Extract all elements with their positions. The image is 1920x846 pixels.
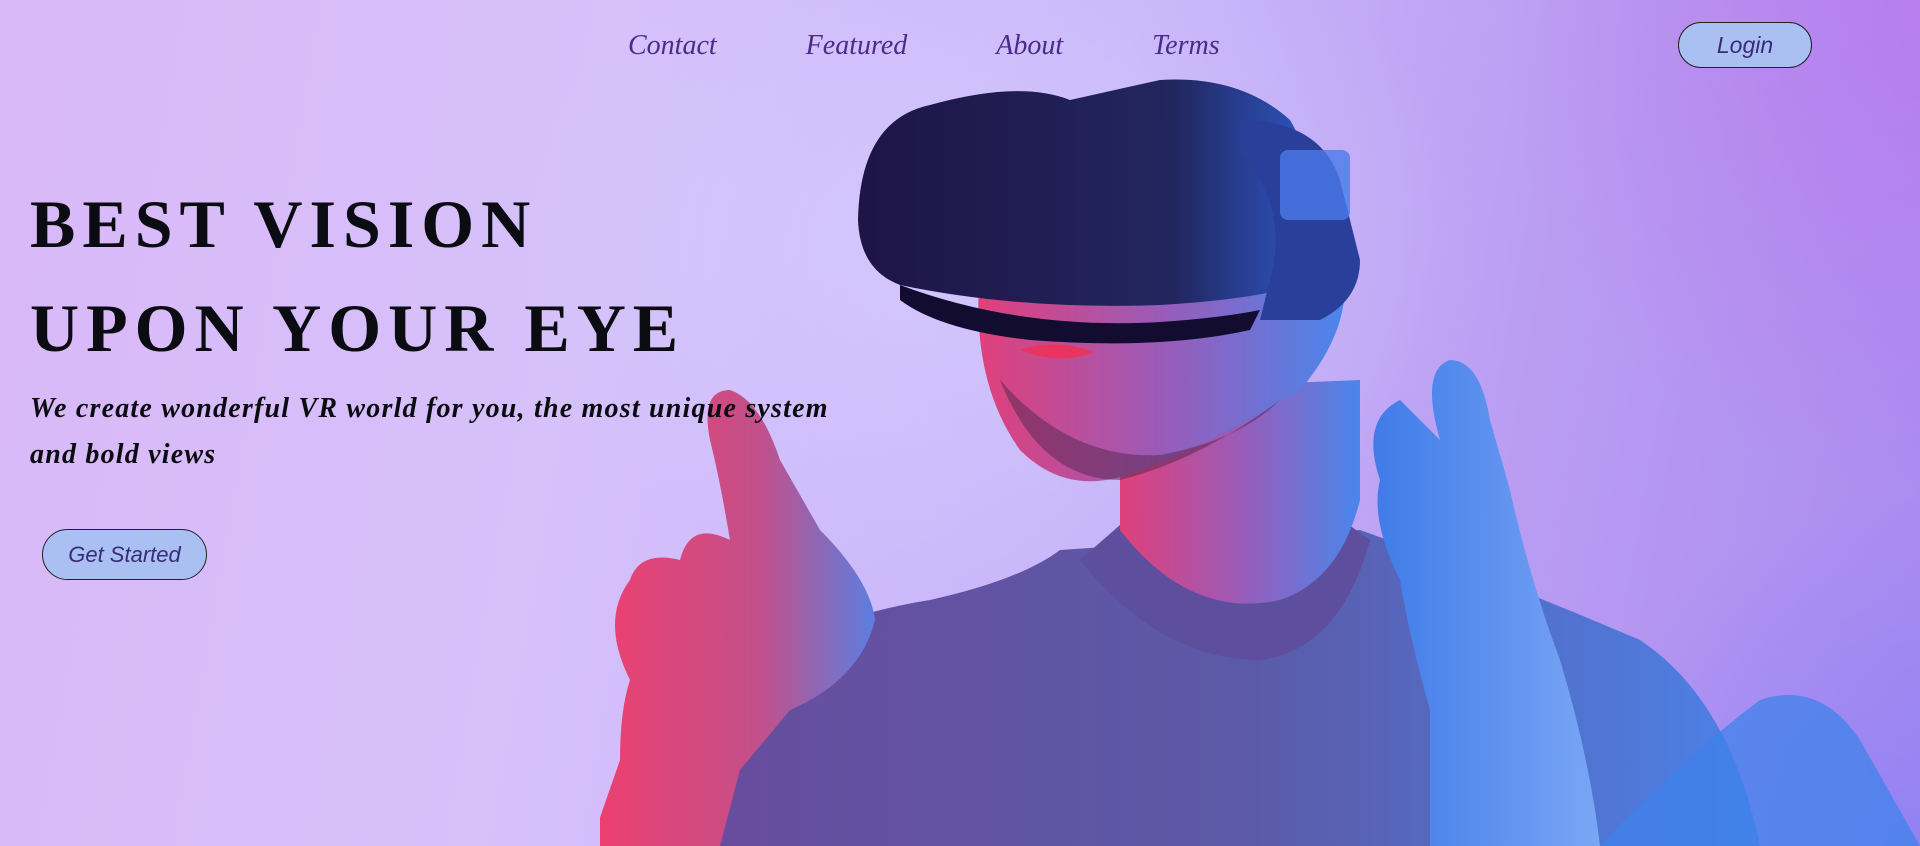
hero-title-line-2: UPON YOUR EYE	[30, 290, 686, 366]
hero-title: BEST VISION UPON YOUR EYE	[30, 172, 685, 380]
hero-title-line-1: BEST VISION	[30, 186, 538, 262]
get-started-button[interactable]: Get Started	[42, 529, 207, 580]
nav-link-contact[interactable]: Contact	[628, 28, 717, 64]
login-button[interactable]: Login	[1678, 22, 1812, 68]
top-nav: Contact Featured About Terms	[628, 28, 1220, 64]
hero-subtitle: We create wonderful VR world for you, th…	[30, 393, 829, 470]
nav-link-terms[interactable]: Terms	[1152, 28, 1219, 64]
nav-link-featured[interactable]: Featured	[806, 28, 908, 64]
nav-link-about[interactable]: About	[996, 28, 1063, 64]
